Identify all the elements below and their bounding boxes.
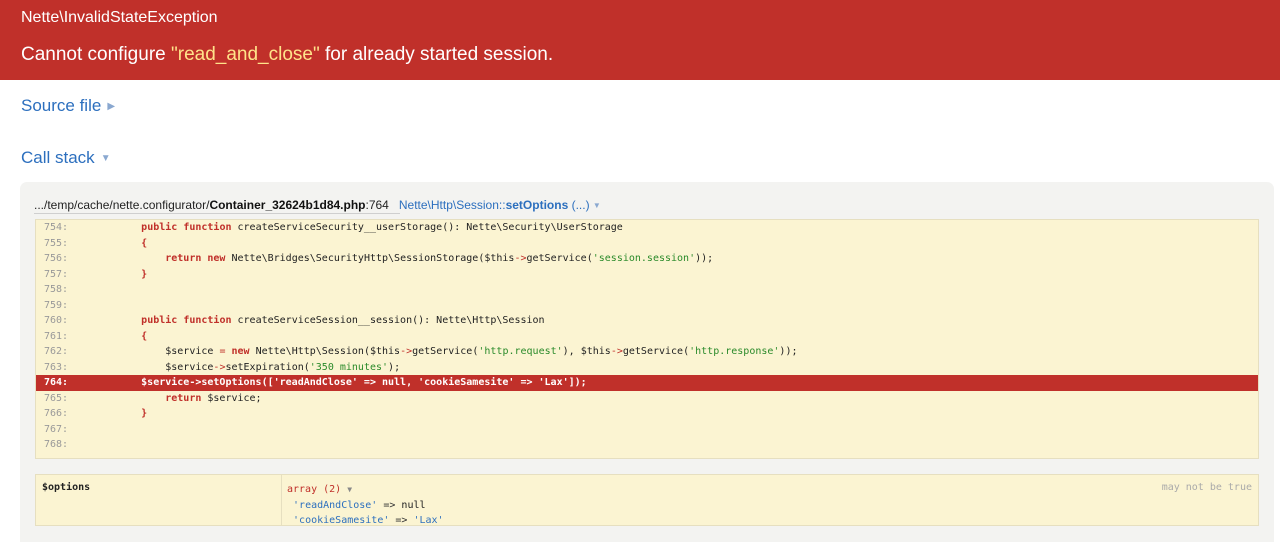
variable-value: array (2) ▼ 'readAndClose' => null 'cook…: [287, 482, 444, 529]
array-label: array (2): [287, 484, 342, 495]
file-name: Container_32624b1d84.php: [209, 198, 366, 212]
chevron-down-icon: ▼: [347, 485, 353, 494]
code-row: 763: $service->setExpiration('350 minute…: [36, 360, 1258, 376]
line-number: 755:: [44, 237, 69, 249]
array-value: 'Lax': [413, 515, 444, 526]
line-number: 763:: [44, 361, 69, 373]
message-suffix: for already started session.: [319, 44, 554, 65]
code-text: }: [141, 268, 148, 280]
line-number: 767:: [44, 423, 69, 435]
code-text: $service->setOptions(['readAndClose' => …: [93, 377, 587, 388]
code-text: $service->setExpiration('350 minutes');: [93, 361, 401, 373]
variables-table: $options array (2) ▼ 'readAndClose' => n…: [35, 474, 1259, 526]
chevron-right-icon: ▶: [107, 101, 116, 112]
code-row: 762: $service = new Nette\Http\Session($…: [36, 344, 1258, 360]
code-row: 754: public function createServiceSecuri…: [36, 220, 1258, 236]
source-file-toggle[interactable]: Source file ▶: [21, 96, 115, 116]
stack-frame-header: .../temp/cache/nette.configurator/Contai…: [34, 198, 601, 212]
line-number: 754:: [44, 222, 69, 233]
code-row: 760: public function createServiceSessio…: [36, 313, 1258, 329]
frame-function-toggle[interactable]: Nette\Http\Session::setOptions (...) ▼: [399, 198, 601, 212]
fn-name: setOptions: [505, 198, 569, 212]
message-prefix: Cannot configure: [21, 44, 171, 65]
code-text: {: [141, 330, 148, 342]
array-toggle[interactable]: array (2) ▼: [287, 484, 352, 495]
file-line: :764: [365, 198, 389, 212]
code-row: 755: {: [36, 236, 1258, 252]
array-arrow: =>: [377, 499, 402, 511]
line-number: 757:: [44, 268, 69, 280]
call-stack-label: Call stack: [21, 148, 95, 167]
exception-message: Cannot configure "read_and_close" for al…: [21, 44, 1259, 66]
fn-class: Nette\Http\Session::: [398, 198, 506, 212]
call-stack-toggle[interactable]: Call stack ▼: [21, 148, 111, 168]
code-row: 756: return new Nette\Bridges\SecurityHt…: [36, 251, 1258, 267]
message-quoted: "read_and_close": [171, 44, 320, 65]
line-number: 765:: [44, 392, 69, 404]
line-number: 764:: [44, 377, 69, 388]
array-key: 'cookieSamesite': [293, 515, 390, 526]
array-key: 'readAndClose': [293, 499, 378, 511]
line-number: 762:: [44, 346, 69, 357]
call-stack-panel: .../temp/cache/nette.configurator/Contai…: [20, 182, 1274, 542]
line-number: 760:: [44, 315, 69, 326]
variable-name: $options: [42, 482, 91, 493]
code-row: 765: return $service;: [36, 391, 1258, 407]
line-number: 766:: [44, 408, 69, 419]
frame-file-link[interactable]: .../temp/cache/nette.configurator/Contai…: [34, 198, 389, 212]
code-text: {: [141, 237, 148, 249]
code-row: 759:: [36, 298, 1258, 314]
array-arrow: =>: [389, 515, 414, 526]
file-path: .../temp/cache/nette.configurator/: [34, 198, 210, 212]
chevron-down-icon: ▼: [592, 201, 601, 210]
chevron-down-icon: ▼: [100, 153, 111, 164]
column-divider: [281, 475, 282, 525]
variable-note: may not be true: [1161, 482, 1252, 493]
code-block: 754: public function createServiceSecuri…: [35, 219, 1259, 459]
line-number: 759:: [44, 299, 69, 311]
code-row: 768:: [36, 437, 1258, 453]
code-row: 761: {: [36, 329, 1258, 345]
line-number: 756:: [44, 253, 69, 264]
line-number: 761:: [44, 330, 69, 342]
code-row: 766: }: [36, 406, 1258, 422]
code-row: 757: }: [36, 267, 1258, 283]
code-row: 758:: [36, 282, 1258, 298]
code-text: }: [141, 408, 148, 419]
fn-args: (...): [568, 198, 590, 212]
source-file-label: Source file: [21, 96, 102, 115]
array-value: null: [401, 499, 426, 511]
line-number: 768:: [44, 439, 69, 450]
exception-class: Nette\InvalidStateException: [21, 9, 218, 26]
code-text: $service = new Nette\Http\Session($this-…: [93, 346, 798, 357]
frame-divider: [34, 213, 400, 214]
code-text: public function createServiceSecurity__u…: [141, 222, 623, 233]
code-text: return $service;: [165, 392, 262, 404]
code-row-highlighted: 764: $service->setOptions(['readAndClose…: [36, 375, 1258, 391]
line-number: 758:: [44, 284, 69, 295]
error-header: Nette\InvalidStateException Cannot confi…: [0, 0, 1280, 80]
code-row: 767:: [36, 422, 1258, 438]
code-text: return new Nette\Bridges\SecurityHttp\Se…: [165, 253, 714, 264]
code-text: public function createServiceSession__se…: [141, 315, 545, 326]
